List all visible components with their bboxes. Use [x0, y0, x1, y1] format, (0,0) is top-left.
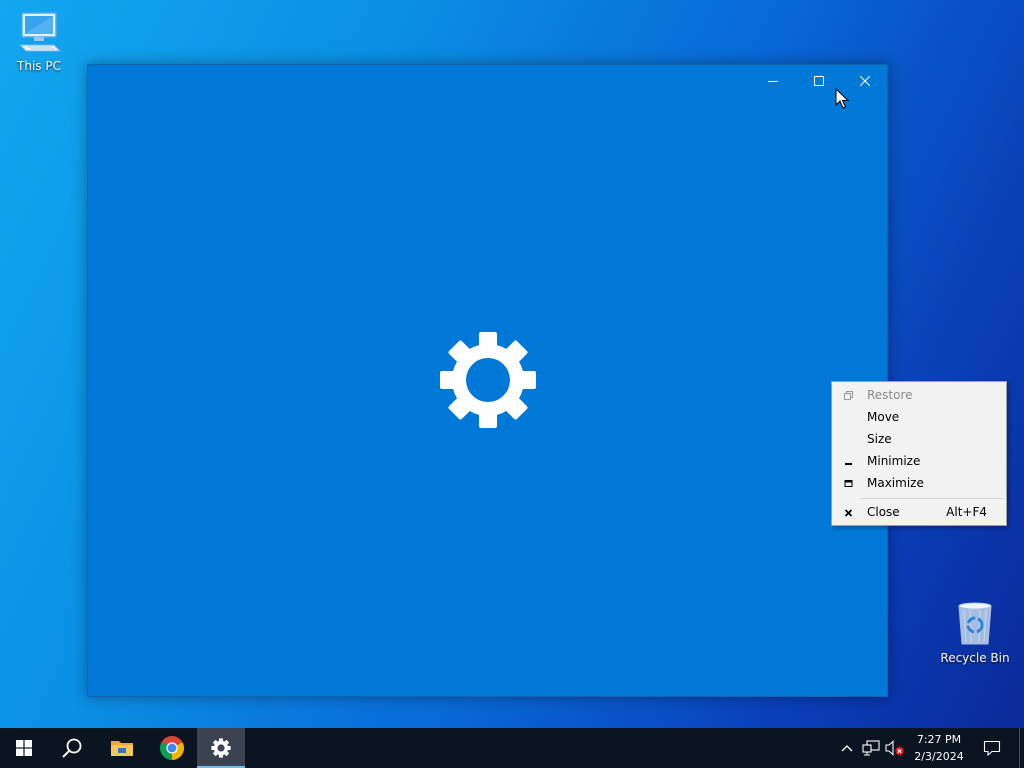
recycle-bin-icon	[958, 602, 992, 645]
taskbar-file-explorer[interactable]	[98, 728, 146, 768]
menu-item-restore: Restore	[833, 384, 1005, 406]
menu-item-label: Move	[867, 410, 900, 424]
action-center-button[interactable]	[978, 728, 1006, 768]
desktop-icon-this-pc[interactable]: This PC	[2, 10, 76, 73]
desktop-icon-recycle-bin[interactable]: Recycle Bin	[938, 600, 1012, 665]
restore-icon	[843, 384, 853, 406]
minimize-icon	[768, 81, 778, 82]
menu-item-label: Restore	[867, 388, 913, 402]
computer-icon	[18, 12, 62, 52]
chrome-icon	[160, 736, 184, 760]
menu-item-minimize[interactable]: Minimize	[833, 450, 1005, 472]
gear-icon	[440, 332, 536, 428]
menu-item-maximize[interactable]: Maximize	[833, 472, 1005, 494]
search-button[interactable]	[48, 728, 96, 768]
notification-icon	[983, 740, 1001, 756]
close-icon	[843, 501, 853, 523]
volume-button[interactable]	[884, 728, 906, 768]
taskbar-settings-active[interactable]	[197, 728, 245, 768]
windows-start-icon	[16, 740, 32, 756]
menu-item-label: Close	[867, 505, 900, 519]
minimize-button[interactable]	[750, 65, 796, 97]
settings-splash-gear-icon	[438, 330, 538, 434]
desktop-icon-label: This PC	[17, 59, 61, 73]
chevron-up-icon	[841, 745, 853, 752]
clock[interactable]: 7:27 PM 2/3/2024	[908, 728, 970, 768]
network-button[interactable]	[860, 728, 882, 768]
minimize-icon	[843, 450, 853, 472]
clock-date: 2/3/2024	[914, 750, 964, 763]
menu-item-move[interactable]: Move	[833, 406, 1005, 428]
mouse-cursor-icon	[835, 87, 850, 114]
network-icon	[862, 740, 880, 756]
menu-item-label: Minimize	[867, 454, 921, 468]
menu-item-close[interactable]: Close Alt+F4	[833, 501, 1005, 523]
start-button[interactable]	[0, 728, 48, 768]
file-explorer-icon	[111, 741, 133, 756]
desktop-icon-label: Recycle Bin	[940, 651, 1010, 665]
show-desktop-button[interactable]	[1019, 728, 1024, 768]
settings-window[interactable]	[87, 64, 888, 697]
settings-icon	[211, 738, 231, 758]
menu-item-shortcut: Alt+F4	[946, 505, 987, 519]
menu-item-size[interactable]: Size	[833, 428, 1005, 450]
search-icon	[62, 738, 82, 758]
menu-separator	[860, 498, 1004, 499]
maximize-icon	[843, 472, 853, 494]
close-icon	[860, 76, 870, 86]
menu-item-label: Maximize	[867, 476, 924, 490]
taskbar: 7:27 PM 2/3/2024	[0, 728, 1024, 768]
menu-item-label: Size	[867, 432, 892, 446]
window-system-menu: Restore Move Size Minimize Maximize Clos…	[831, 381, 1007, 526]
maximize-icon	[814, 76, 824, 86]
show-hidden-icons-button[interactable]	[838, 728, 856, 768]
clock-time: 7:27 PM	[916, 733, 962, 746]
volume-muted-icon	[885, 740, 904, 756]
taskbar-chrome[interactable]	[148, 728, 196, 768]
desktop[interactable]: This PC Recycle Bin Restore Move Size Mi…	[0, 0, 1024, 728]
